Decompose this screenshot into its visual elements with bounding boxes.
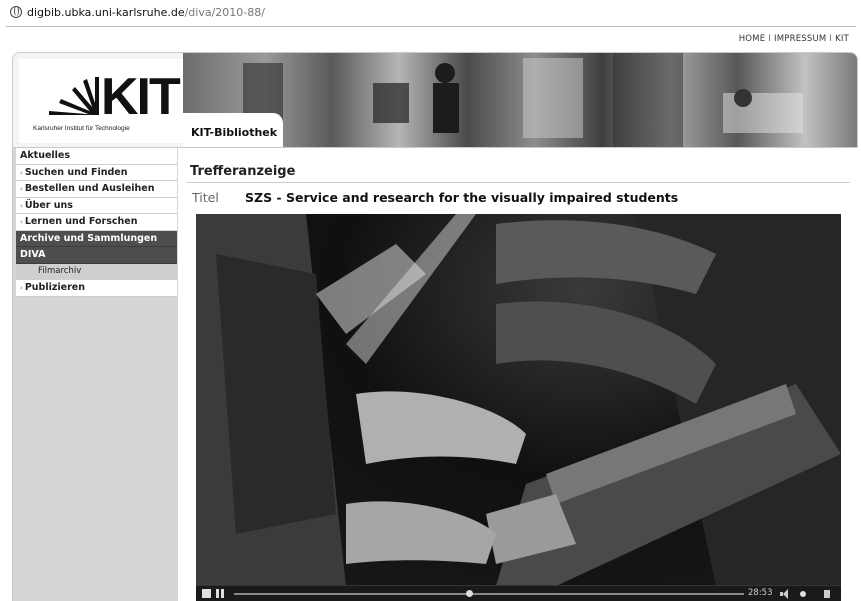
volume-icon[interactable] <box>780 589 790 599</box>
kit-logo[interactable]: KIT Karlsruher Institut für Technologie <box>19 59 183 143</box>
divider <box>6 26 856 27</box>
url-host: digbib.ubka.uni-karlsruhe.de <box>27 5 185 19</box>
divider <box>186 182 850 183</box>
sidebar-item[interactable]: › Über uns <box>16 197 177 214</box>
sidebar-item[interactable]: › Suchen und Finden <box>16 164 177 181</box>
sidebar-item[interactable]: › Lernen und Forschen <box>16 214 177 231</box>
sidebar-item-label: Archive und Sammlungen <box>20 232 158 244</box>
address-bar[interactable]: digbib.ubka.uni-karlsruhe.de/diva/2010-8… <box>0 0 861 24</box>
seek-handle[interactable] <box>465 590 473 597</box>
site-header: KIT Karlsruher Institut für Technologie … <box>12 52 858 148</box>
sidebar-item[interactable]: › Publizieren <box>16 280 177 297</box>
section-tab[interactable]: KIT-Bibliothek <box>183 113 283 147</box>
sidebar-item-label: Bestellen und Ausleihen <box>24 183 155 194</box>
chevron-right-icon: › <box>20 168 23 177</box>
video-controls: 28:53 <box>196 585 841 601</box>
fullscreen-icon[interactable] <box>824 590 830 598</box>
top-links: HOME I IMPRESSUM I KIT <box>739 34 849 44</box>
page-title: Trefferanzeige <box>190 164 296 179</box>
time-display: 28:53 <box>748 588 773 598</box>
video-player[interactable]: 28:53 <box>196 214 841 601</box>
sidebar-item[interactable]: Aktuelles <box>16 148 177 165</box>
globe-icon <box>10 6 22 18</box>
sidebar-item-label: Aktuelles <box>20 150 71 161</box>
sidebar-item-label: Suchen und Finden <box>24 166 128 178</box>
seek-bar[interactable] <box>234 593 744 595</box>
kit-link[interactable]: KIT <box>835 34 849 44</box>
title-value: SZS - Service and research for the visua… <box>245 190 679 205</box>
sidebar-item[interactable]: DIVA <box>16 247 177 264</box>
impressum-link[interactable]: IMPRESSUM <box>774 34 826 44</box>
sidebar: Aktuelles › Suchen und Finden › Bestellen un… <box>12 148 178 601</box>
volume-slider[interactable] <box>800 591 806 597</box>
chevron-right-icon: › <box>20 201 23 210</box>
stop-icon[interactable] <box>202 589 211 598</box>
logo-wordmark: KIT <box>101 68 181 126</box>
pause-icon[interactable] <box>216 589 225 598</box>
separator: I <box>768 34 772 44</box>
video-frame[interactable] <box>196 214 841 586</box>
sidebar-item-label: Publizieren <box>24 282 85 293</box>
logo-subtitle: Karlsruher Institut für Technologie <box>33 125 130 132</box>
chevron-right-icon: › <box>20 284 23 292</box>
chevron-right-icon: › <box>20 218 23 226</box>
separator: I <box>829 34 833 44</box>
kit-fan-icon <box>49 77 99 115</box>
title-label: Titel <box>192 190 219 205</box>
home-link[interactable]: HOME <box>739 34 766 44</box>
sidebar-item[interactable]: › Bestellen und Ausleihen <box>16 181 177 198</box>
sidebar-item-label: Über uns <box>24 199 73 211</box>
header-photo <box>183 53 857 147</box>
sidebar-nav: Aktuelles › Suchen und Finden › Bestellen un… <box>16 148 177 297</box>
url-path: /diva/2010-88/ <box>184 5 265 19</box>
main-content: Trefferanzeige Titel SZS - Service and r… <box>186 148 854 601</box>
sidebar-item-label: DIVA <box>20 249 46 260</box>
sidebar-item[interactable]: Archive und Sammlungen <box>16 230 177 247</box>
sidebar-item-label: Lernen und Forschen <box>24 216 138 227</box>
sidebar-item-label: Filmarchiv <box>38 265 82 276</box>
chevron-right-icon: › <box>20 185 23 193</box>
sidebar-item[interactable]: Filmarchiv <box>16 263 177 280</box>
